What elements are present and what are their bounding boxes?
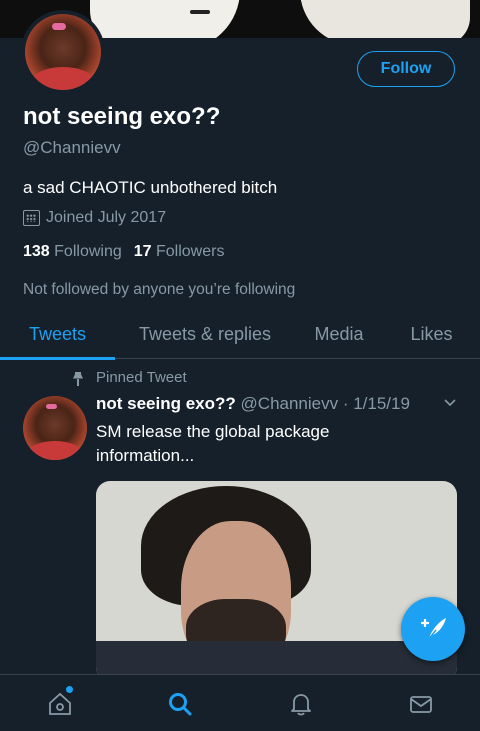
chevron-down-icon[interactable] bbox=[443, 396, 457, 410]
pinned-indicator: Pinned Tweet bbox=[72, 369, 187, 386]
following-count: 138 bbox=[23, 243, 50, 260]
followers-count: 17 bbox=[133, 243, 152, 260]
tweet-header: not seeing exo?? @Channievv · 1/15/19 bbox=[96, 394, 410, 414]
avatar-photo-detail bbox=[29, 440, 81, 460]
avatar-photo-detail bbox=[32, 67, 94, 90]
tab-tweets[interactable]: Tweets bbox=[0, 309, 115, 360]
banner-image-part bbox=[190, 10, 210, 14]
profile-bio: a sad CHAOTIC unbothered bitch bbox=[23, 178, 278, 197]
avatar-photo bbox=[23, 396, 87, 460]
follow-button[interactable]: Follow bbox=[357, 51, 455, 87]
banner-image-part bbox=[90, 0, 240, 38]
tab-likes[interactable]: Likes bbox=[383, 309, 480, 359]
followers-label: Followers bbox=[156, 243, 225, 260]
tweet-media-image[interactable] bbox=[96, 481, 457, 681]
avatar-photo bbox=[25, 14, 101, 90]
compose-tweet-button[interactable] bbox=[401, 597, 465, 661]
tweet-text: SM release the global package informatio… bbox=[96, 422, 330, 465]
profile-name: not seeing exo?? bbox=[23, 103, 221, 130]
messages-icon[interactable] bbox=[408, 691, 434, 717]
following-link[interactable]: 138 Following bbox=[23, 243, 122, 261]
joined-text: Joined July 2017 bbox=[46, 209, 167, 226]
bottom-navigation bbox=[0, 674, 480, 731]
joined-date: Joined July 2017 bbox=[23, 209, 166, 227]
following-label: Following bbox=[54, 243, 122, 260]
banner-image-part bbox=[300, 0, 470, 38]
tweet-author-name[interactable]: not seeing exo?? bbox=[96, 394, 236, 413]
tab-media[interactable]: Media bbox=[295, 309, 383, 359]
profile-handle: @Channievv bbox=[23, 138, 121, 157]
search-icon[interactable] bbox=[167, 691, 193, 717]
profile-avatar[interactable] bbox=[21, 10, 105, 94]
profile-stats: 138 Following 17 Followers bbox=[23, 243, 224, 261]
tweet-meta: @Channievv · 1/15/19 bbox=[240, 394, 410, 413]
followers-link[interactable]: 17 Followers bbox=[134, 243, 225, 261]
home-icon[interactable] bbox=[47, 691, 73, 717]
avatar-photo-detail bbox=[52, 23, 67, 31]
compose-feather-icon bbox=[421, 618, 446, 641]
not-followed-notice: Not followed by anyone you’re following bbox=[23, 281, 296, 298]
pin-icon bbox=[72, 370, 84, 386]
tab-tweets-replies[interactable]: Tweets & replies bbox=[115, 309, 295, 359]
home-notification-dot bbox=[66, 686, 73, 693]
pinned-label: Pinned Tweet bbox=[96, 369, 187, 386]
tweet-avatar[interactable] bbox=[23, 396, 87, 460]
notifications-icon[interactable] bbox=[288, 691, 314, 717]
profile-tabs: Tweets Tweets & replies Media Likes bbox=[0, 309, 480, 360]
calendar-icon bbox=[23, 210, 40, 226]
avatar-photo-detail bbox=[46, 403, 58, 409]
